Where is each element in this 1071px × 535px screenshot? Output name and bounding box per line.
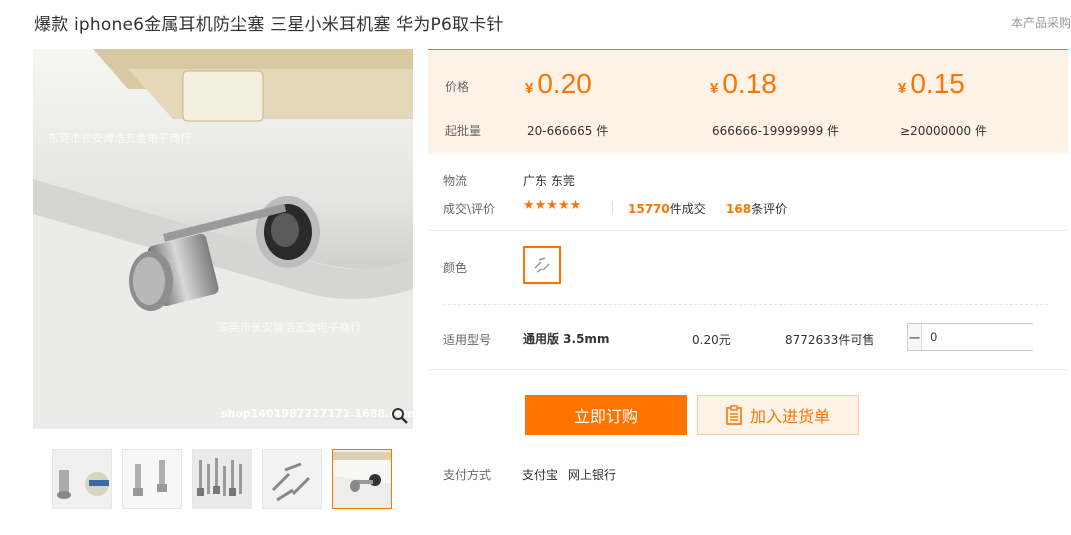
- watermark-text-mid: 东莞市长安博浩五金电子商行: [218, 320, 361, 334]
- range-tier-3: ≥20000000 件: [900, 124, 987, 138]
- reviews-label: 成交\评价: [443, 202, 496, 216]
- add-to-cart-button[interactable]: 加入进货单: [697, 395, 859, 435]
- thumbnail-5-selected[interactable]: [332, 449, 392, 509]
- watermark-url: shop1401987227171.1688.com: [221, 407, 413, 420]
- divider: [428, 230, 1068, 231]
- price-tier-2: ¥0.18: [710, 68, 777, 99]
- add-to-cart-label: 加入进货单: [749, 407, 830, 426]
- color-label: 颜色: [443, 261, 468, 275]
- top-right-link[interactable]: 本产品采购: [1011, 14, 1071, 31]
- thumbnail-1[interactable]: [52, 449, 112, 509]
- price-label: 价格: [445, 80, 470, 94]
- price-tier-3: ¥0.15: [898, 68, 965, 99]
- divider: [428, 369, 1068, 370]
- quantity-input[interactable]: [922, 324, 1071, 350]
- price-panel: 价格 起批量 ¥0.20 ¥0.18 ¥0.15 20-666665 件 666…: [428, 49, 1068, 153]
- range-tier-1: 20-666665 件: [527, 124, 609, 138]
- magnifier-icon[interactable]: [391, 407, 409, 425]
- divider: [612, 201, 613, 213]
- logistics-label: 物流: [443, 174, 468, 188]
- review-count[interactable]: 168条评价: [726, 200, 787, 217]
- model-label: 适用型号: [443, 333, 492, 347]
- decrement-button[interactable]: −: [908, 324, 923, 350]
- logistics-value: 广东 东莞: [523, 174, 575, 188]
- watermark-text-top: 东莞市长安博浩五金电子商行: [48, 131, 191, 145]
- main-product-image[interactable]: 东莞市长安博浩五金电子商行 东莞市长安博浩五金电子商行 shop14019872…: [33, 49, 413, 429]
- thumbnail-3[interactable]: [192, 449, 252, 509]
- quantity-stepper: − +: [907, 323, 1071, 351]
- payment-label: 支付方式: [443, 468, 492, 482]
- divider: [443, 304, 1048, 305]
- model-name: 通用版 3.5mm: [523, 332, 610, 346]
- rating-stars: ★★★★★: [523, 198, 582, 213]
- deal-count[interactable]: 15770件成交: [628, 200, 706, 217]
- thumbnail-strip: [52, 449, 392, 509]
- moq-label: 起批量: [445, 124, 482, 138]
- thumbnail-4[interactable]: [262, 449, 322, 509]
- color-option-swatch[interactable]: [523, 246, 561, 284]
- price-tier-1: ¥0.20: [525, 68, 592, 99]
- order-now-label: 立即订购: [573, 407, 638, 426]
- payment-method-bank: 网上银行: [568, 468, 617, 482]
- model-price: 0.20元: [692, 333, 731, 347]
- payment-method-alipay: 支付宝: [522, 468, 559, 482]
- thumbnail-2[interactable]: [122, 449, 182, 509]
- order-now-button[interactable]: 立即订购: [525, 395, 687, 435]
- range-tier-2: 666666-19999999 件: [712, 124, 840, 138]
- model-stock: 8772633件可售: [785, 333, 875, 347]
- product-title: 爆款 iphone6金属耳机防尘塞 三星小米耳机塞 华为P6取卡针: [34, 15, 504, 35]
- clipboard-list-icon: [726, 405, 742, 425]
